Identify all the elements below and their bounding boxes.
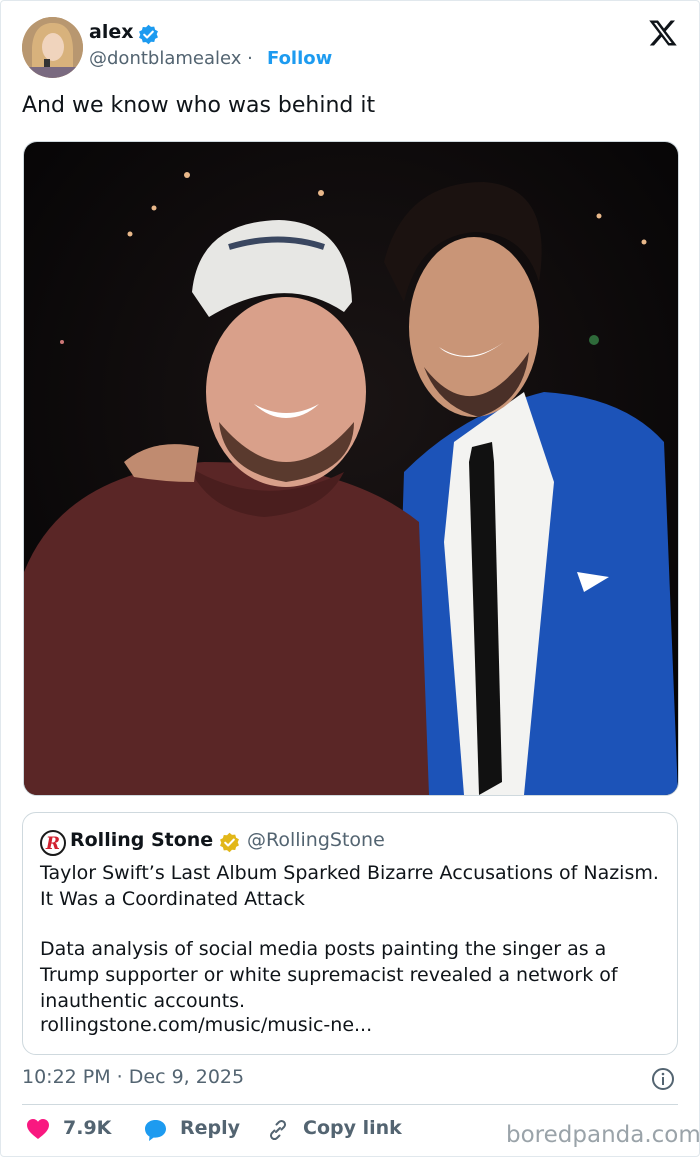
timestamp[interactable]: 10:22 PM · Dec 9, 2025 — [22, 1066, 244, 1088]
quoted-author-handle: @RollingStone — [247, 829, 385, 851]
author-name[interactable]: alex — [89, 21, 133, 43]
like-count: 7.9K — [63, 1117, 112, 1139]
reply-icon — [145, 1120, 166, 1141]
author-handle-text[interactable]: @dontblamealex — [89, 48, 241, 69]
copy-link-button[interactable]: Copy link — [266, 1117, 406, 1143]
avatar-image — [22, 17, 83, 78]
heart-icon — [27, 1119, 49, 1139]
info-icon[interactable] — [651, 1067, 675, 1091]
separator: · — [247, 48, 253, 69]
tweet-photo[interactable] — [23, 141, 679, 796]
quoted-author-name: Rolling Stone — [70, 829, 214, 851]
quoted-description: Data analysis of social media posts pain… — [40, 938, 618, 1012]
like-button[interactable]: 7.9K — [26, 1117, 116, 1143]
quoted-title: Taylor Swift’s Last Album Sparked Bizarr… — [40, 862, 659, 910]
author-avatar[interactable] — [22, 17, 83, 78]
tweet-text: And we know who was behind it — [22, 93, 376, 118]
divider — [22, 1104, 678, 1105]
watermark: boredpanda.com — [506, 1122, 700, 1148]
reply-label: Reply — [180, 1117, 241, 1139]
reply-button[interactable]: Reply — [143, 1117, 243, 1143]
quoted-tweet[interactable]: R Rolling Stone @RollingStone Taylor Swi… — [22, 812, 678, 1055]
link-icon — [269, 1119, 287, 1141]
x-logo-icon[interactable] — [648, 19, 678, 47]
copy-link-label: Copy link — [303, 1117, 402, 1139]
gold-verified-badge-icon — [220, 832, 239, 853]
author-handle[interactable]: @dontblamealex · — [89, 48, 253, 69]
photo-image — [24, 142, 678, 795]
svg-text:R: R — [45, 834, 60, 854]
follow-button[interactable]: Follow — [267, 48, 332, 69]
quoted-link[interactable]: rollingstone.com/music/music-ne... — [40, 1014, 372, 1036]
verified-badge-icon — [139, 24, 158, 45]
rolling-stone-avatar-icon: R — [40, 830, 66, 856]
